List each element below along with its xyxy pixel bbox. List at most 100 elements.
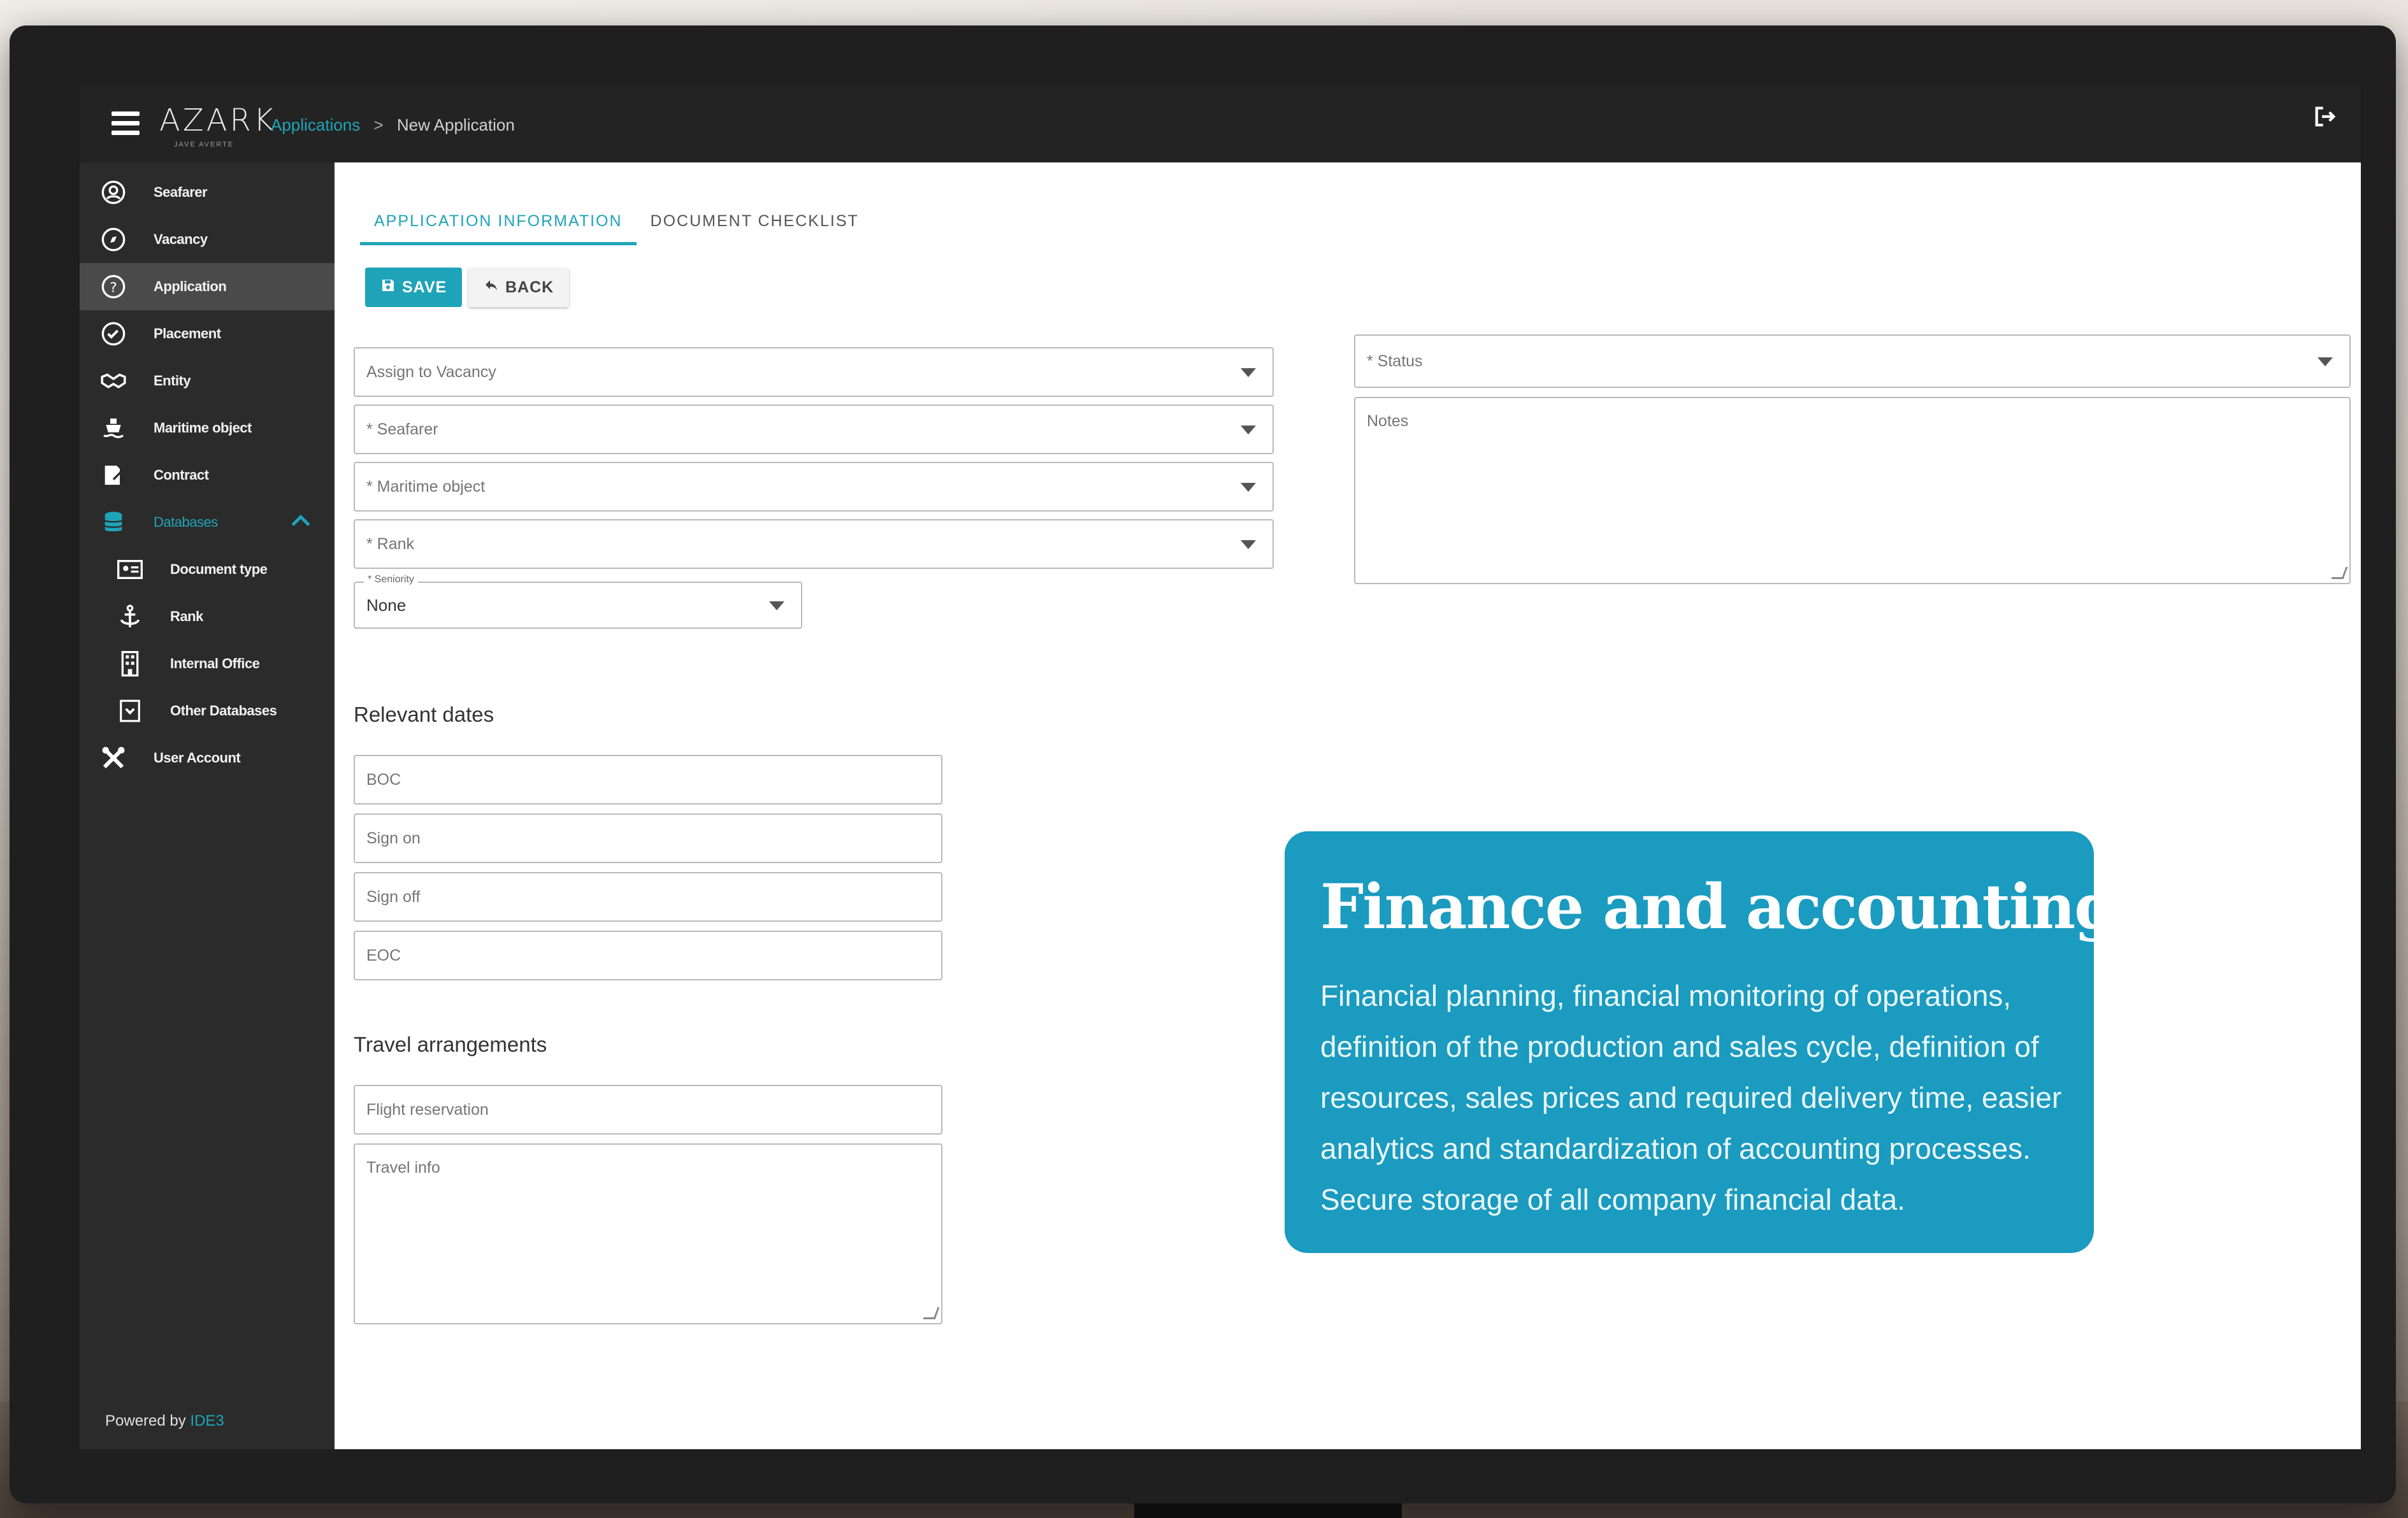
caret-down-icon (1241, 426, 1256, 434)
save-button[interactable]: SAVE (365, 268, 463, 307)
ship-icon (99, 413, 128, 443)
sidebar: Seafarer Vacancy ? Application Placement (80, 162, 335, 1449)
sidebar-item-label: Internal Office (170, 655, 260, 671)
breadcrumb-applications-link[interactable]: Applications (271, 115, 360, 134)
sidebar-item-placement[interactable]: Placement (80, 310, 335, 357)
sidebar-subitem-document-type[interactable]: Document type (80, 546, 335, 593)
boc-placeholder: BOC (366, 770, 401, 789)
caret-down-icon (2318, 357, 2333, 366)
sidebar-item-entity[interactable]: Entity (80, 357, 335, 405)
sidebar-item-label: User Account (154, 750, 241, 766)
maritime-object-select[interactable]: * Maritime object (354, 462, 1274, 512)
status-select[interactable]: * Status (1354, 334, 2351, 388)
travel-arrangements-title: Travel arrangements (354, 1033, 547, 1056)
main-content: APPLICATION INFORMATION DOCUMENT CHECKLI… (335, 162, 2361, 1449)
card-body: Financial planning, financial monitoring… (1320, 979, 2062, 1216)
sidebar-item-label: Document type (170, 561, 268, 577)
seniority-select[interactable]: * Seniority None (354, 574, 802, 629)
caret-down-icon (769, 601, 784, 610)
tab-document-checklist[interactable]: DOCUMENT CHECKLIST (637, 201, 873, 245)
save-button-label: SAVE (402, 278, 447, 296)
relevant-dates-title: Relevant dates (354, 703, 494, 726)
chevron-up-icon[interactable] (290, 512, 312, 533)
flight-reservation-field[interactable]: Flight reservation (354, 1085, 942, 1135)
notes-textarea[interactable]: Notes (1354, 397, 2351, 584)
svg-text:?: ? (110, 280, 117, 296)
user-circle-icon (99, 178, 128, 207)
powered-by-label: Powered by (105, 1412, 186, 1429)
seafarer-placeholder: * Seafarer (366, 420, 438, 438)
floppy-disk-icon (380, 278, 396, 297)
menu-icon[interactable] (112, 111, 140, 136)
tab-application-information[interactable]: APPLICATION INFORMATION (360, 201, 637, 245)
check-circle-icon (99, 319, 128, 348)
breadcrumb-separator: > (373, 115, 384, 134)
caret-down-icon (1241, 540, 1256, 549)
sidebar-item-label: Databases (154, 514, 218, 530)
back-button-label: BACK (505, 278, 554, 296)
handshake-icon (99, 366, 128, 396)
sidebar-item-maritime-object[interactable]: Maritime object (80, 405, 335, 452)
question-circle-icon: ? (99, 272, 128, 301)
app-logo: AZARK (159, 103, 277, 138)
top-bar: AZARK JAVE AVERTE Applications > New App… (80, 86, 2361, 162)
breadcrumb-current: New Application (396, 115, 515, 134)
sidebar-item-databases[interactable]: Databases (80, 499, 335, 546)
finance-accounting-card: Finance and accounting Financial plannin… (1285, 831, 2117, 1253)
sidebar-item-application[interactable]: ? Application (80, 263, 335, 310)
travel-info-textarea[interactable]: Travel info (354, 1143, 942, 1324)
sidebar-subitem-internal-office[interactable]: Internal Office (80, 640, 335, 687)
resize-handle-icon[interactable] (923, 1307, 940, 1319)
sidebar-item-user-account[interactable]: User Account (80, 734, 335, 782)
sidebar-item-vacancy[interactable]: Vacancy (80, 216, 335, 263)
tools-icon (99, 743, 128, 773)
breadcrumb: Applications > New Application (271, 115, 515, 135)
assign-vacancy-select[interactable]: Assign to Vacancy (354, 347, 1274, 397)
signature-icon (99, 461, 128, 490)
powered-by: Powered by IDE3 (105, 1412, 224, 1430)
maritime-object-placeholder: * Maritime object (366, 477, 486, 496)
back-button[interactable]: BACK (468, 268, 570, 307)
sidebar-item-label: Other Databases (170, 703, 277, 719)
app-logo-subtitle: JAVE AVERTE (174, 141, 234, 148)
assign-vacancy-placeholder: Assign to Vacancy (366, 362, 496, 381)
notes-placeholder: Notes (1367, 412, 1409, 430)
sidebar-item-contract[interactable]: Contract (80, 452, 335, 499)
sidebar-subitem-other-databases[interactable]: Other Databases (80, 687, 335, 734)
powered-by-brand-link[interactable]: IDE3 (190, 1412, 224, 1429)
flight-reservation-placeholder: Flight reservation (366, 1100, 489, 1119)
sidebar-item-label: Rank (170, 608, 203, 624)
status-placeholder: * Status (1367, 352, 1423, 370)
caret-down-icon (1241, 483, 1256, 492)
rank-placeholder: * Rank (366, 534, 415, 553)
sign-on-placeholder: Sign on (366, 829, 421, 847)
tab-bar: APPLICATION INFORMATION DOCUMENT CHECKLI… (360, 201, 873, 245)
eoc-placeholder: EOC (366, 946, 401, 964)
sign-off-placeholder: Sign off (366, 887, 421, 906)
sign-on-field[interactable]: Sign on (354, 813, 942, 863)
travel-info-placeholder: Travel info (366, 1159, 440, 1177)
resize-handle-icon[interactable] (2331, 567, 2348, 579)
caret-down-icon (1241, 368, 1256, 377)
compass-icon (99, 225, 128, 254)
sidebar-item-label: Maritime object (154, 420, 252, 436)
boc-field[interactable]: BOC (354, 755, 942, 805)
card-title: Finance and accounting (1320, 871, 2117, 943)
sidebar-item-label: Application (154, 278, 227, 294)
database-icon (99, 508, 128, 537)
sidebar-item-label: Placement (154, 326, 221, 341)
seniority-value: None (366, 595, 407, 615)
seafarer-select[interactable]: * Seafarer (354, 405, 1274, 454)
sidebar-item-seafarer[interactable]: Seafarer (80, 169, 335, 216)
id-card-icon (115, 555, 145, 584)
sign-off-field[interactable]: Sign off (354, 872, 942, 922)
logout-icon[interactable] (2312, 104, 2338, 129)
eoc-field[interactable]: EOC (354, 931, 942, 980)
rank-select[interactable]: * Rank (354, 519, 1274, 569)
building-icon (115, 649, 145, 678)
sidebar-subitem-rank[interactable]: Rank (80, 593, 335, 640)
seniority-label: * Seniority (364, 574, 418, 585)
reply-arrow-icon (484, 278, 499, 297)
sidebar-item-label: Contract (154, 467, 209, 483)
anchor-icon (115, 602, 145, 631)
